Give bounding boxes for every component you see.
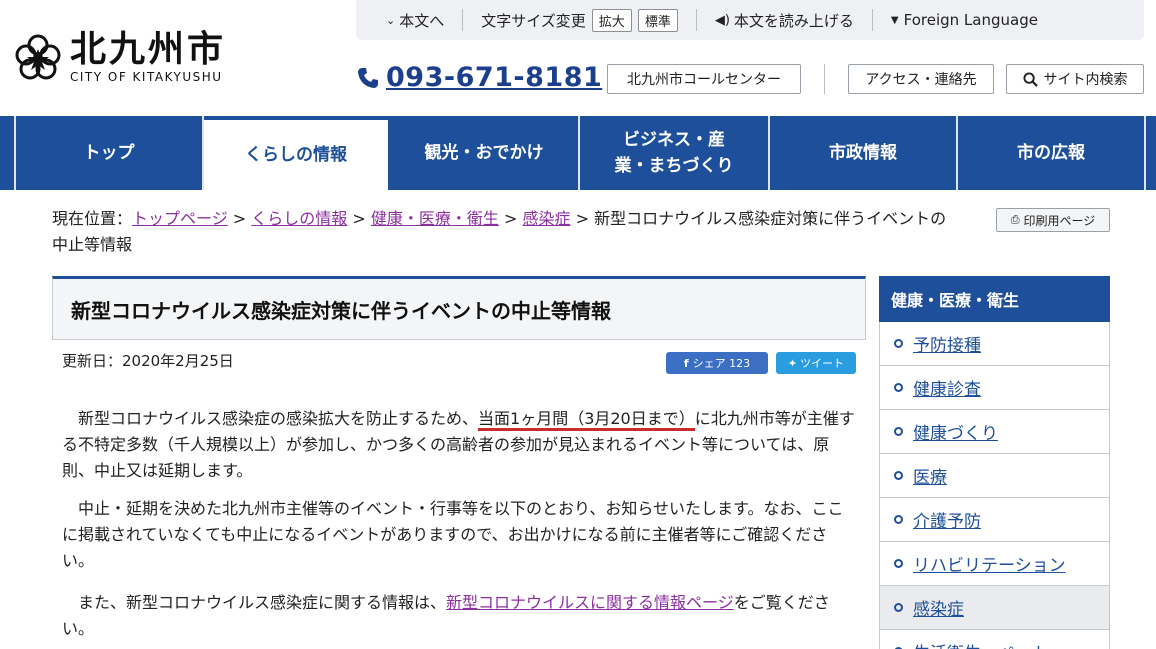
breadcrumb: 現在位置：トップページ > くらしの情報 > 健康・医療・衛生 > 感染症 > … [52, 206, 962, 258]
sidebar-item-hygiene-pets[interactable]: 生活衛生・ペット [879, 630, 1110, 649]
logo-subtitle: CITY OF KITAKYUSHU [70, 70, 223, 84]
page-title: 新型コロナウイルス感染症対策に伴うイベントの中止等情報 [71, 298, 611, 323]
access-button[interactable]: アクセス・連絡先 [848, 64, 994, 94]
phone-number: 093-671-8181 [386, 62, 603, 93]
bullet-icon [894, 471, 903, 480]
sidebar-item-medical[interactable]: 医療 [879, 454, 1110, 498]
breadcrumb-link-top[interactable]: トップページ [132, 209, 228, 228]
utility-bar: ⌄ 本文へ 文字サイズ変更 拡大 標準 ◀) 本文を読み上げる ▼ Foreig… [356, 0, 1144, 40]
bullet-icon [894, 515, 903, 524]
updated-date: 更新日：2020年2月25日 [62, 352, 234, 370]
paragraph-event-list-notice: 中止・延期を決めた北九州市主催等のイベント・行事等を以下のとおり、お知らせいたし… [62, 499, 844, 570]
facebook-icon: f [683, 356, 689, 370]
breadcrumb-separator: > [504, 209, 518, 228]
print-page-button[interactable]: ⎙ 印刷用ページ [996, 208, 1110, 232]
nav-item-city-pr[interactable]: 市の広報 [958, 116, 1146, 190]
search-icon [1022, 71, 1038, 87]
font-large-button[interactable]: 拡大 [591, 8, 632, 32]
arrow-down-icon: ⌄ [386, 13, 396, 27]
global-nav: トップ くらしの情報 観光・おでかけ ビジネス・産業・まちづくり 市政情報 市の… [0, 116, 1156, 190]
city-emblem-icon [15, 34, 61, 80]
breadcrumb-separator: > [352, 209, 366, 228]
sidebar-item-health-promotion[interactable]: 健康づくり [879, 410, 1110, 454]
foreign-language-dropdown[interactable]: ▼ Foreign Language [891, 11, 1038, 29]
phone-icon [358, 67, 378, 88]
tweet-button[interactable]: ✦ ツイート [776, 352, 856, 374]
breadcrumb-link-health[interactable]: 健康・医療・衛生 [371, 209, 499, 228]
breadcrumb-link-infection[interactable]: 感染症 [523, 209, 571, 228]
twitter-bird-icon: ✦ [787, 356, 798, 370]
font-standard-button[interactable]: 標準 [637, 8, 678, 32]
breadcrumb-separator: > [575, 209, 590, 228]
site-header: 北九州市 CITY OF KITAKYUSHU ⌄ 本文へ 文字サイズ変更 拡大… [0, 0, 1156, 116]
logo-title: 北九州市 [70, 28, 227, 70]
phone-link[interactable]: 093-671-8181 [356, 62, 602, 93]
read-aloud-button[interactable]: ◀) 本文を読み上げる [715, 10, 854, 31]
bullet-icon [894, 383, 903, 392]
nav-item-top[interactable]: トップ [14, 116, 204, 190]
site-logo[interactable]: 北九州市 CITY OF KITAKYUSHU [14, 30, 226, 84]
bullet-icon [894, 559, 903, 568]
page-title-box: 新型コロナウイルス感染症対策に伴うイベントの中止等情報 [52, 276, 866, 340]
divider [824, 64, 825, 94]
font-size-control: 文字サイズ変更 拡大 標準 [481, 8, 678, 32]
sidebar-item-vaccination[interactable]: 予防接種 [879, 322, 1110, 366]
printer-icon: ⎙ [1010, 213, 1020, 226]
breadcrumb-separator: > [232, 209, 247, 228]
highlighted-period: 当面1ヶ月間（3月20日まで） [478, 409, 695, 431]
sidebar-item-rehabilitation[interactable]: リハビリテーション [879, 542, 1110, 586]
triangle-down-icon: ▼ [890, 14, 899, 26]
nav-item-city-info[interactable]: 市政情報 [770, 116, 958, 190]
sidebar-menu: 予防接種 健康診査 健康づくり 医療 介護予防 リハビリテーション 感染症 生活… [879, 322, 1110, 649]
sidebar-item-care-prevention[interactable]: 介護予防 [879, 498, 1110, 542]
bullet-icon [894, 339, 903, 348]
nav-item-living[interactable]: くらしの情報 [204, 116, 390, 190]
nav-item-tourism[interactable]: 観光・おでかけ [390, 116, 580, 190]
divider [695, 9, 697, 31]
divider [462, 9, 464, 31]
sidebar-item-infection[interactable]: 感染症 [879, 586, 1110, 630]
skip-to-content-link[interactable]: ⌄ 本文へ [386, 10, 444, 31]
bullet-icon [894, 427, 903, 436]
font-size-label: 文字サイズ変更 [481, 11, 586, 30]
bullet-icon [894, 603, 903, 612]
breadcrumb-link-living[interactable]: くらしの情報 [251, 209, 347, 228]
covid-info-page-link[interactable]: 新型コロナウイルスに関する情報ページ [446, 593, 734, 612]
nav-item-business[interactable]: ビジネス・産業・まちづくり [580, 116, 770, 190]
paragraph-cancellation-policy: 新型コロナウイルス感染症の感染拡大を防止するため、当面1ヶ月間（3月20日まで）… [62, 409, 855, 480]
sidebar-heading: 健康・医療・衛生 [879, 276, 1110, 322]
call-center-button[interactable]: 北九州市コールセンター [607, 64, 801, 94]
site-search-button[interactable]: サイト内検索 [1006, 64, 1144, 94]
facebook-share-button[interactable]: f シェア 123 [666, 352, 768, 374]
sidebar-item-checkup[interactable]: 健康診査 [879, 366, 1110, 410]
breadcrumb-prefix: 現在位置： [52, 209, 133, 228]
speaker-icon: ◀) [714, 12, 730, 28]
paragraph-covid-info: また、新型コロナウイルス感染症に関する情報は、新型コロナウイルスに関する情報ペー… [62, 593, 830, 638]
divider [871, 9, 873, 31]
